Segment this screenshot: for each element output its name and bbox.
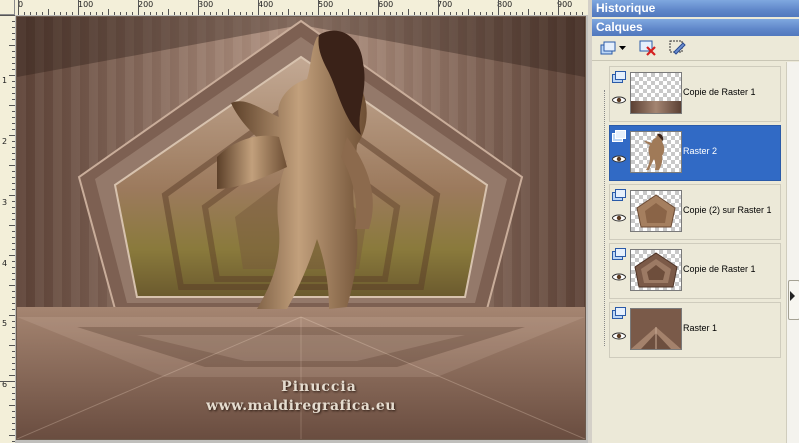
raster-layer-icon [612,248,626,260]
layer-thumbnail [630,249,682,291]
layers-toolbar [592,36,799,61]
layer-name: Raster 1 [683,323,718,333]
ruler-label: 3 [2,198,8,207]
right-panel: Historique Calques Copie de Raster 1 Ras… [592,0,799,443]
layer-properties-icon[interactable] [668,39,688,57]
ruler-label: 300 [198,0,214,9]
layer-name: Raster 2 [683,146,718,156]
raster-layer-icon [612,130,626,142]
ruler-tick [138,0,139,15]
layer-name: Copie de Raster 1 [683,87,756,97]
layers-list: Copie de Raster 1 Raster 2 Copie (2) sur… [596,62,786,443]
layer-row-copie-raster-1-top[interactable]: Copie de Raster 1 [609,66,781,122]
layer-thumbnail [630,131,682,173]
layer-row-raster-1[interactable]: Raster 1 [609,302,781,358]
ruler-label: 6 [2,380,8,389]
ruler-tick [558,0,559,15]
expand-arrow-icon[interactable] [790,291,795,301]
layer-row-copie-raster-1[interactable]: Copie de Raster 1 [609,243,781,299]
layer-thumbnail [630,308,682,350]
layer-name: Copie de Raster 1 [683,264,756,274]
visibility-eye-icon[interactable] [611,155,627,163]
raster-layer-icon [612,307,626,319]
ruler-tick [438,0,439,15]
layer-row-copie-2-sur-raster-1[interactable]: Copie (2) sur Raster 1 [609,184,781,240]
visibility-eye-icon[interactable] [611,273,627,281]
image-canvas[interactable]: Pinuccia www.maldiregrafica.eu [17,17,585,439]
ruler-label: 5 [2,319,8,328]
ruler-label: 500 [318,0,334,9]
ruler-label: 900 [557,0,573,9]
ruler-label: 1 [2,76,8,85]
ruler-tick [498,0,499,15]
ruler-label: 100 [78,0,94,9]
ruler-label: 600 [378,0,394,9]
ruler-tick [18,0,19,15]
ruler-tick [78,0,79,15]
ruler-label: 2 [2,137,8,146]
watermark-author: Pinuccia [281,379,357,395]
layers-panel-title[interactable]: Calques [592,19,799,36]
delete-layer-icon[interactable] [638,39,658,57]
layer-thumbnail [630,72,682,114]
layer-row-raster-2[interactable]: Raster 2 [609,125,781,181]
visibility-eye-icon[interactable] [611,214,627,222]
visibility-eye-icon[interactable] [611,332,627,340]
ruler-tick [198,0,199,15]
ruler-label: 200 [138,0,154,9]
ruler-label: 800 [497,0,513,9]
raster-layer-icon [612,189,626,201]
ruler-label: 4 [2,259,8,268]
ruler-label: 400 [258,0,274,9]
layer-name: Copie (2) sur Raster 1 [683,205,772,215]
history-panel-title[interactable]: Historique [592,0,799,17]
ruler-corner [0,0,15,15]
raster-layer-icon [612,71,626,83]
new-layer-icon[interactable] [598,39,618,57]
watermark-url: www.maldiregrafica.eu [206,398,396,414]
ruler-label: 700 [437,0,453,9]
ruler-tick [318,0,319,15]
visibility-eye-icon[interactable] [611,96,627,104]
ruler-tick [0,381,15,382]
layer-thumbnail [630,190,682,232]
horizontal-ruler: 0 100 200 300 400 500 600 700 800 900 [0,0,588,16]
layers-scrollbar[interactable] [786,62,799,443]
ruler-tick [258,0,259,15]
dropdown-arrow-icon[interactable] [618,39,626,57]
vertical-ruler: 1 2 3 4 5 6 [0,15,16,443]
ruler-tick [378,0,379,15]
artwork-image [17,17,585,439]
ruler-tick [0,15,15,16]
